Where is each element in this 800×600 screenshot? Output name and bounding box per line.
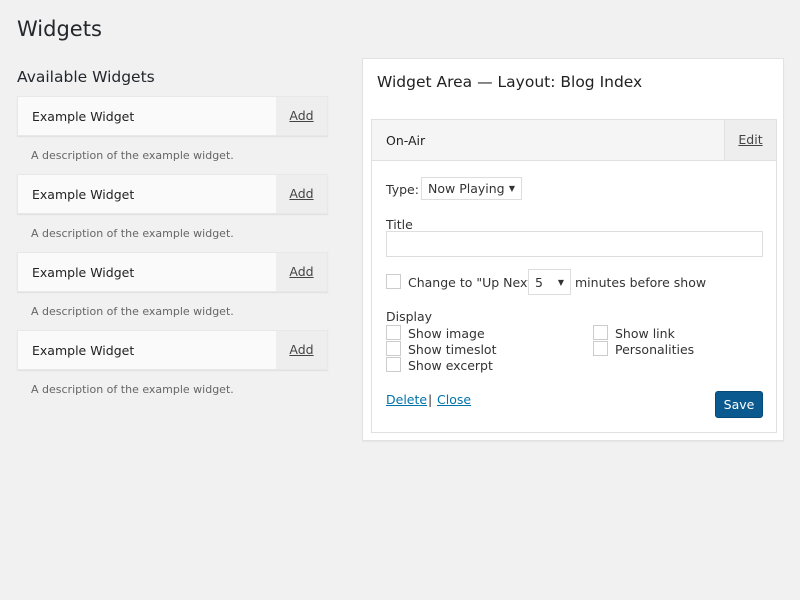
- widget-row[interactable]: Example Widget Add: [17, 96, 328, 136]
- widget-area-panel: Widget Area — Layout: Blog Index On-Air …: [362, 58, 784, 441]
- widget-name: Example Widget: [32, 109, 135, 124]
- show-excerpt-label: Show excerpt: [408, 358, 493, 373]
- widget-description: A description of the example widget.: [31, 149, 234, 162]
- save-button[interactable]: Save: [715, 391, 763, 418]
- widget-name: Example Widget: [32, 187, 135, 202]
- show-image-checkbox[interactable]: [386, 325, 401, 340]
- show-link-checkbox[interactable]: [593, 325, 608, 340]
- widget-title: On-Air: [386, 133, 426, 148]
- minutes-select[interactable]: 5 ▼: [528, 269, 571, 295]
- personalities-label: Personalities: [615, 342, 695, 357]
- add-button[interactable]: Add: [276, 331, 327, 369]
- minutes-value: 5: [535, 274, 543, 290]
- personalities-checkbox[interactable]: [593, 341, 608, 356]
- title-input[interactable]: [386, 231, 763, 257]
- up-next-label: Change to "Up Next": [408, 275, 539, 290]
- widget-area-title: Widget Area — Layout: Blog Index: [377, 73, 643, 91]
- show-image-label: Show image: [408, 326, 485, 341]
- type-label: Type:: [386, 182, 419, 197]
- show-excerpt-checkbox[interactable]: [386, 357, 401, 372]
- add-button[interactable]: Add: [276, 253, 327, 291]
- on-air-widget: On-Air Edit Type: Now Playing ▼ Title Cha…: [371, 119, 777, 433]
- add-button[interactable]: Add: [276, 175, 327, 213]
- dropdown-arrow-icon: ▼: [508, 184, 515, 193]
- type-select[interactable]: Now Playing ▼: [421, 177, 522, 200]
- widget-name: Example Widget: [32, 343, 135, 358]
- dropdown-arrow-icon: ▼: [557, 277, 564, 287]
- widget-row[interactable]: Example Widget Add: [17, 252, 328, 292]
- title-label: Title: [386, 217, 413, 232]
- widget-name: Example Widget: [32, 265, 135, 280]
- show-timeslot-checkbox[interactable]: [386, 341, 401, 356]
- type-value: Now Playing: [428, 181, 505, 196]
- add-button[interactable]: Add: [276, 97, 327, 135]
- minutes-suffix: minutes before show: [575, 275, 707, 290]
- show-timeslot-label: Show timeslot: [408, 342, 497, 357]
- widget-description: A description of the example widget.: [31, 227, 234, 240]
- widget-row[interactable]: Example Widget Add: [17, 330, 328, 370]
- up-next-checkbox[interactable]: [386, 274, 401, 289]
- delete-link[interactable]: Delete: [386, 392, 427, 407]
- link-separator: |: [428, 392, 433, 407]
- widget-description: A description of the example widget.: [31, 383, 234, 396]
- widget-description: A description of the example widget.: [31, 305, 234, 318]
- close-link[interactable]: Close: [437, 392, 471, 407]
- available-widgets-heading: Available Widgets: [17, 68, 155, 86]
- display-label: Display: [386, 309, 433, 324]
- edit-button[interactable]: Edit: [724, 120, 776, 160]
- widget-row[interactable]: Example Widget Add: [17, 174, 328, 214]
- page-title: Widgets: [17, 17, 102, 41]
- widget-header[interactable]: On-Air Edit: [372, 120, 776, 161]
- show-link-label: Show link: [615, 326, 675, 341]
